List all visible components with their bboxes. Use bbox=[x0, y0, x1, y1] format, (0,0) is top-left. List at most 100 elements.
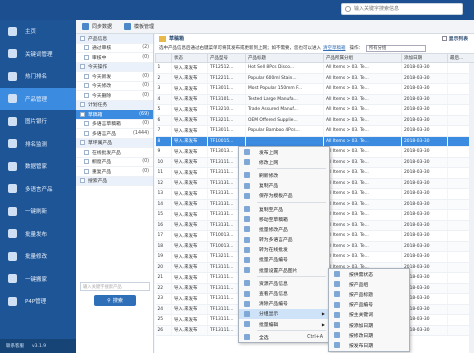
context-menu-item[interactable]: 批量编辑 ▶ bbox=[239, 319, 329, 329]
sidebar-item-7[interactable]: 多语言产品 bbox=[0, 178, 76, 201]
tree-item[interactable]: 产品信息 bbox=[76, 34, 153, 44]
submenu-item-label: 按添加日期 bbox=[349, 323, 373, 329]
show-list-checkbox[interactable] bbox=[441, 36, 447, 41]
vertical-scrollbar[interactable] bbox=[469, 63, 474, 353]
group-filter-select[interactable]: 所有分组 bbox=[366, 44, 426, 52]
tree-item[interactable]: 今天删除 (0) bbox=[76, 91, 153, 101]
sidebar-item-11[interactable]: 一键搬家 bbox=[0, 268, 76, 291]
context-menu-item[interactable]: 清除产品编号 bbox=[239, 299, 329, 309]
table-row[interactable]: 2 导入.来发布 TF12211... Popular 600ml Stain... A… bbox=[155, 73, 474, 84]
menu-item-label: 修改上网 bbox=[259, 160, 279, 166]
table-row[interactable]: 5 导入.来发布 TF13210... Trade Assured Manuf... A… bbox=[155, 104, 474, 116]
submenu-item[interactable]: 按产品标题 bbox=[329, 289, 409, 299]
table-row[interactable]: 3 导入.来发布 TF13011... Most Popular 150mm F...… bbox=[155, 83, 474, 95]
submenu-item[interactable]: 按产品编号 bbox=[329, 300, 409, 310]
context-menu-item[interactable]: 批量产品编号 bbox=[239, 255, 329, 265]
submenu-item[interactable]: 按发布日期 bbox=[329, 340, 409, 350]
column-header[interactable]: 产品型号 bbox=[207, 53, 246, 63]
tree-item[interactable]: 在线批发产品 bbox=[76, 148, 153, 158]
cell-date: 2018-03-30 bbox=[401, 167, 448, 179]
tree-item[interactable]: 搜索产品 bbox=[76, 176, 153, 186]
context-menu-item[interactable]: 修改上网 bbox=[239, 157, 329, 167]
sidebar-item-6[interactable]: 数据管家 bbox=[0, 155, 76, 178]
cell-n: 26 bbox=[155, 325, 172, 336]
sidebar-item-0[interactable]: 主页 bbox=[0, 20, 76, 43]
column-header[interactable]: 状态 bbox=[171, 53, 208, 63]
show-list-toggle[interactable]: 显示列表 bbox=[441, 35, 468, 42]
sidebar-item-4[interactable]: 图片银行 bbox=[0, 110, 76, 133]
table-row[interactable]: 8 导入.来发布 TF10015... All Items > 03. Te... 20… bbox=[155, 136, 474, 147]
group-display-submenu: 按供需状态 按产品组 按产品标题 按产品编号 按主关键词按添加日期按修改日期 按发布日期 bbox=[328, 268, 410, 352]
context-menu-item[interactable]: 转为在线批发 bbox=[239, 245, 329, 255]
sidebar-item-9[interactable]: 批量发布 bbox=[0, 223, 76, 246]
template-manage-button[interactable]: 模板管理 bbox=[124, 23, 154, 30]
context-menu-item[interactable]: 复制产品 bbox=[239, 181, 329, 191]
tree-item[interactable]: 计划任务 bbox=[76, 100, 153, 110]
tree-item[interactable]: 通过审核 (2) bbox=[76, 44, 153, 53]
submenu-item[interactable]: 按产品组 bbox=[329, 279, 409, 289]
context-menu-item[interactable]: 资源产品信息 bbox=[239, 278, 329, 288]
tree-item-count: (0) bbox=[142, 168, 149, 174]
sidebar-item-3[interactable]: 产品管理 bbox=[0, 87, 76, 110]
sidebar-item-1[interactable]: 关键词管理 bbox=[0, 43, 76, 66]
product-search-input[interactable]: 输入关键字搜索产品 bbox=[80, 282, 150, 291]
column-header[interactable] bbox=[155, 53, 172, 63]
context-menu-item[interactable]: 复制至产品 bbox=[239, 204, 329, 214]
table-row[interactable]: 7 导入.来发布 TF13011... Popular Bamboo 4Pcs... A… bbox=[155, 125, 474, 137]
table-row[interactable]: 6 导入.来发布 TF13211... OEM Offered Supplie... A… bbox=[155, 115, 474, 126]
cell-date: 2018-03-30 bbox=[401, 178, 448, 189]
tree-item[interactable]: 多语言草稿箱 (0) bbox=[76, 120, 153, 129]
tree-item[interactable]: 今天修改 (0) bbox=[76, 82, 153, 91]
context-menu-item[interactable]: 分组显示 ▶ bbox=[239, 308, 329, 319]
global-search-input[interactable] bbox=[342, 4, 452, 14]
column-header[interactable]: 最后... bbox=[447, 53, 474, 63]
tree-item-count: (0) bbox=[142, 73, 149, 79]
contact-service-link[interactable]: 联系客服 bbox=[6, 343, 24, 349]
tree-item[interactable]: 草坪属产品 bbox=[76, 138, 153, 148]
tree-item[interactable]: 审核中 (0) bbox=[76, 53, 153, 63]
cell-status: 导入.来发布 bbox=[171, 272, 208, 284]
menu-item-icon bbox=[244, 149, 250, 156]
tree-item[interactable]: 橱窗产品 (0) bbox=[76, 158, 153, 167]
context-menu-item[interactable]: 批量设置产品图片 bbox=[239, 265, 329, 275]
context-menu-item[interactable]: 保存为模板产品 bbox=[239, 191, 329, 201]
table-row[interactable]: 1 导入.来发布 TF12512... Hot Sell 8Pcs Disco... A… bbox=[155, 62, 474, 74]
image-icon bbox=[8, 116, 17, 126]
submenu-item[interactable]: 按添加日期 bbox=[329, 320, 409, 330]
context-menu-item[interactable]: 查看产品信息 bbox=[239, 288, 329, 298]
context-menu-item[interactable]: 移动至草稿箱 bbox=[239, 214, 329, 224]
cell-n: 10 bbox=[155, 157, 172, 168]
tree-item[interactable]: 重复产品 (0) bbox=[76, 167, 153, 177]
cell-status: 导入.来发布 bbox=[171, 167, 208, 179]
column-header[interactable]: 产品标题 bbox=[245, 53, 324, 63]
sidebar-item-2[interactable]: 热门排名 bbox=[0, 65, 76, 88]
submenu-item[interactable]: 按供需状态 bbox=[329, 269, 409, 279]
tree-item[interactable]: 草稿箱 (69) bbox=[76, 110, 153, 120]
cell-model: TF10015... bbox=[207, 136, 246, 147]
context-menu-item[interactable]: 批量修改产品 bbox=[239, 224, 329, 234]
clear-drafts-link[interactable]: 清空草稿箱 bbox=[323, 45, 346, 51]
sync-data-button[interactable]: 同步数据 bbox=[82, 23, 112, 30]
product-search-button[interactable]: ⚲ 搜索 bbox=[94, 295, 136, 306]
sidebar-item-5[interactable]: 排名监测 bbox=[0, 133, 76, 156]
submenu-item-label: 按修改日期 bbox=[349, 333, 373, 339]
tree-item[interactable]: 今天新发 (0) bbox=[76, 72, 153, 82]
context-menu-item[interactable]: 发布上网 bbox=[239, 147, 329, 157]
context-menu-item[interactable]: 转为多语言产品 bbox=[239, 235, 329, 245]
submenu-item[interactable]: 按主关键词 bbox=[329, 310, 409, 320]
cell-n: 20 bbox=[155, 262, 172, 273]
submenu-item[interactable]: 按修改日期 bbox=[329, 330, 409, 340]
context-menu-item[interactable]: 刷新修改 bbox=[239, 170, 329, 180]
tree-item-count: (0) bbox=[142, 92, 149, 98]
table-row[interactable]: 4 导入.来发布 TF13101... Tested Large Manufa... A… bbox=[155, 94, 474, 105]
tree-item[interactable]: 今天操作 bbox=[76, 62, 153, 72]
sidebar-item-12[interactable]: P4P管理 bbox=[0, 290, 76, 313]
sidebar-item-8[interactable]: 一键刷新 bbox=[0, 200, 76, 223]
global-search[interactable] bbox=[341, 3, 463, 15]
sidebar-item-10[interactable]: 批量修改 bbox=[0, 245, 76, 268]
tree-item[interactable]: 多语言产品 (1444) bbox=[76, 129, 153, 139]
context-menu-item[interactable]: 全选 Ctrl+A bbox=[239, 332, 329, 342]
template-manage-label: 模板管理 bbox=[134, 24, 155, 30]
column-header[interactable]: 产品所属分组 bbox=[323, 53, 402, 63]
column-header[interactable]: 添加日期 bbox=[401, 53, 448, 63]
